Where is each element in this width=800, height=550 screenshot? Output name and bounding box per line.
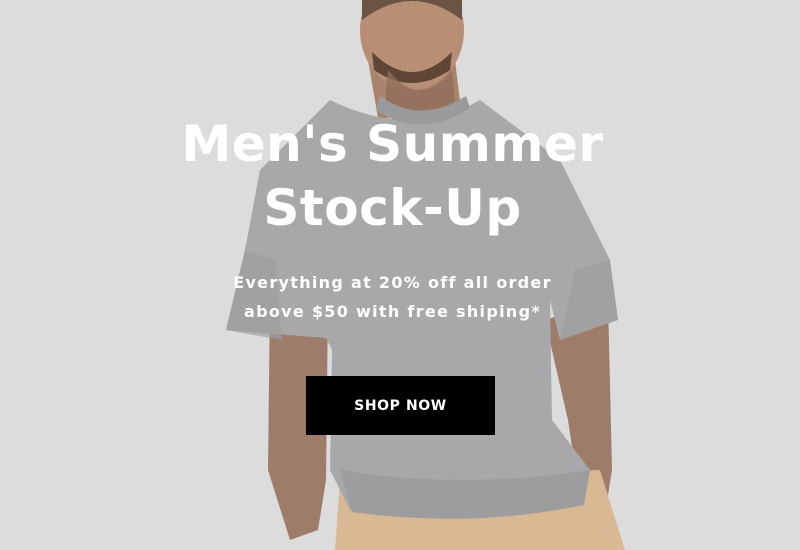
hero-content: Men's Summer Stock-Up Everything at 20% … — [0, 0, 800, 550]
hero-banner: Men's Summer Stock-Up Everything at 20% … — [0, 0, 800, 550]
hero-subtext-line1: Everything at 20% off all order — [233, 273, 552, 292]
shop-now-button[interactable]: SHOP NOW — [306, 376, 495, 435]
hero-subtext-line2: above $50 with free shiping* — [243, 302, 541, 321]
hero-headline: Men's Summer Stock-Up — [100, 112, 685, 240]
hero-headline-line1: Men's Summer — [181, 115, 604, 173]
hero-headline-line2: Stock-Up — [263, 179, 522, 237]
hero-subtext: Everything at 20% off all order above $5… — [190, 268, 595, 326]
